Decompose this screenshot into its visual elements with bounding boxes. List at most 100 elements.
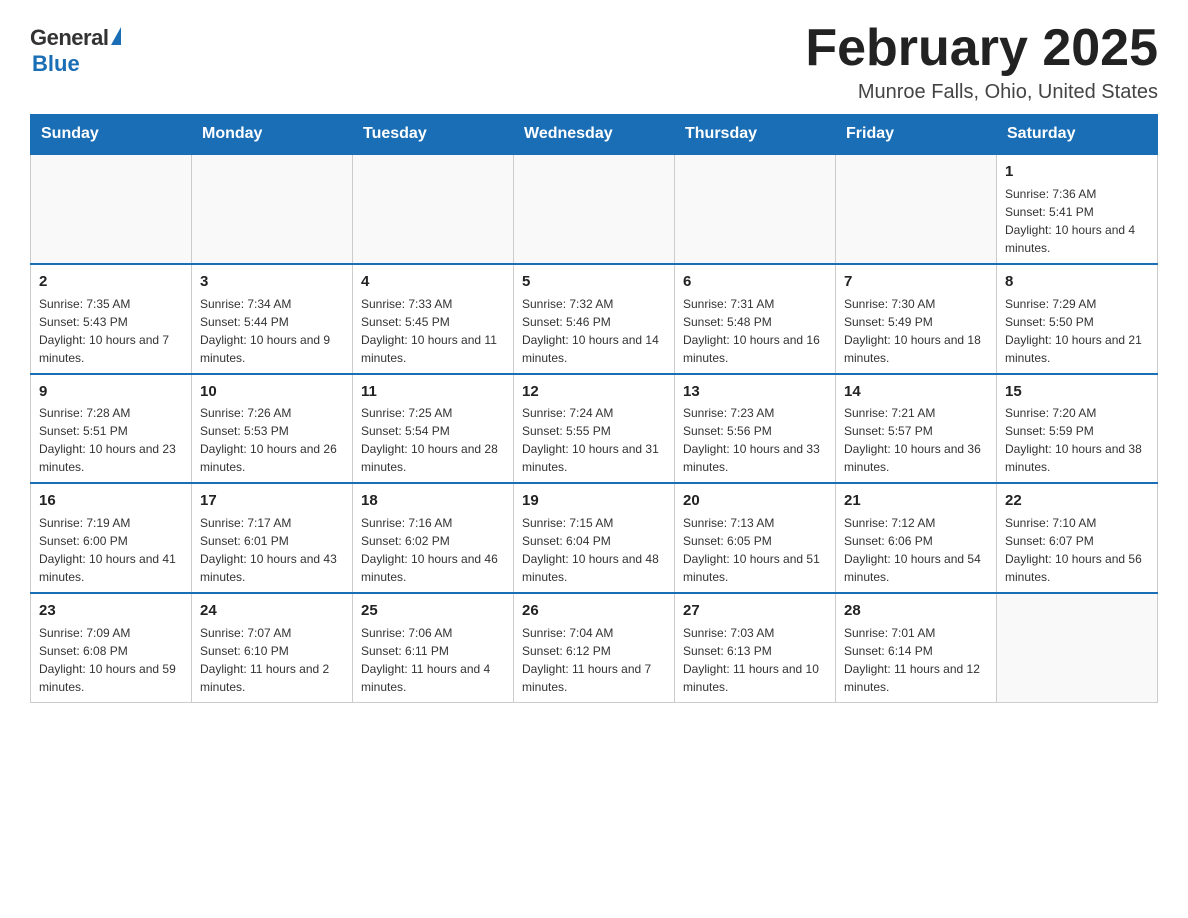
day-info: Sunrise: 7:29 AM Sunset: 5:50 PM Dayligh… bbox=[1005, 295, 1149, 367]
day-number: 19 bbox=[522, 490, 666, 512]
logo-general-text: General bbox=[30, 25, 108, 51]
day-number: 12 bbox=[522, 381, 666, 403]
day-number: 5 bbox=[522, 271, 666, 293]
day-number: 2 bbox=[39, 271, 183, 293]
day-info: Sunrise: 7:31 AM Sunset: 5:48 PM Dayligh… bbox=[683, 295, 827, 367]
table-row: 9Sunrise: 7:28 AM Sunset: 5:51 PM Daylig… bbox=[31, 374, 192, 484]
table-row: 15Sunrise: 7:20 AM Sunset: 5:59 PM Dayli… bbox=[997, 374, 1158, 484]
day-info: Sunrise: 7:20 AM Sunset: 5:59 PM Dayligh… bbox=[1005, 404, 1149, 476]
table-row: 17Sunrise: 7:17 AM Sunset: 6:01 PM Dayli… bbox=[192, 483, 353, 593]
table-row bbox=[675, 154, 836, 264]
table-row: 24Sunrise: 7:07 AM Sunset: 6:10 PM Dayli… bbox=[192, 593, 353, 702]
header-friday: Friday bbox=[836, 115, 997, 155]
logo: General Blue bbox=[30, 20, 121, 77]
table-row bbox=[192, 154, 353, 264]
day-info: Sunrise: 7:26 AM Sunset: 5:53 PM Dayligh… bbox=[200, 404, 344, 476]
table-row: 8Sunrise: 7:29 AM Sunset: 5:50 PM Daylig… bbox=[997, 264, 1158, 374]
day-info: Sunrise: 7:30 AM Sunset: 5:49 PM Dayligh… bbox=[844, 295, 988, 367]
calendar-week-row: 9Sunrise: 7:28 AM Sunset: 5:51 PM Daylig… bbox=[31, 374, 1158, 484]
table-row: 12Sunrise: 7:24 AM Sunset: 5:55 PM Dayli… bbox=[514, 374, 675, 484]
day-info: Sunrise: 7:36 AM Sunset: 5:41 PM Dayligh… bbox=[1005, 185, 1149, 257]
day-number: 9 bbox=[39, 381, 183, 403]
calendar-week-row: 23Sunrise: 7:09 AM Sunset: 6:08 PM Dayli… bbox=[31, 593, 1158, 702]
day-number: 23 bbox=[39, 600, 183, 622]
day-info: Sunrise: 7:33 AM Sunset: 5:45 PM Dayligh… bbox=[361, 295, 505, 367]
table-row: 16Sunrise: 7:19 AM Sunset: 6:00 PM Dayli… bbox=[31, 483, 192, 593]
day-number: 25 bbox=[361, 600, 505, 622]
table-row: 5Sunrise: 7:32 AM Sunset: 5:46 PM Daylig… bbox=[514, 264, 675, 374]
calendar-week-row: 1Sunrise: 7:36 AM Sunset: 5:41 PM Daylig… bbox=[31, 154, 1158, 264]
day-number: 16 bbox=[39, 490, 183, 512]
table-row bbox=[836, 154, 997, 264]
table-row: 1Sunrise: 7:36 AM Sunset: 5:41 PM Daylig… bbox=[997, 154, 1158, 264]
calendar-table: Sunday Monday Tuesday Wednesday Thursday… bbox=[30, 114, 1158, 703]
table-row: 18Sunrise: 7:16 AM Sunset: 6:02 PM Dayli… bbox=[353, 483, 514, 593]
day-number: 4 bbox=[361, 271, 505, 293]
month-title: February 2025 bbox=[805, 20, 1158, 77]
table-row: 10Sunrise: 7:26 AM Sunset: 5:53 PM Dayli… bbox=[192, 374, 353, 484]
day-number: 14 bbox=[844, 381, 988, 403]
day-info: Sunrise: 7:28 AM Sunset: 5:51 PM Dayligh… bbox=[39, 404, 183, 476]
day-number: 21 bbox=[844, 490, 988, 512]
table-row: 13Sunrise: 7:23 AM Sunset: 5:56 PM Dayli… bbox=[675, 374, 836, 484]
header-tuesday: Tuesday bbox=[353, 115, 514, 155]
title-section: February 2025 Munroe Falls, Ohio, United… bbox=[805, 20, 1158, 104]
header-saturday: Saturday bbox=[997, 115, 1158, 155]
table-row: 20Sunrise: 7:13 AM Sunset: 6:05 PM Dayli… bbox=[675, 483, 836, 593]
day-info: Sunrise: 7:10 AM Sunset: 6:07 PM Dayligh… bbox=[1005, 514, 1149, 586]
table-row: 23Sunrise: 7:09 AM Sunset: 6:08 PM Dayli… bbox=[31, 593, 192, 702]
table-row: 11Sunrise: 7:25 AM Sunset: 5:54 PM Dayli… bbox=[353, 374, 514, 484]
location: Munroe Falls, Ohio, United States bbox=[805, 81, 1158, 104]
day-info: Sunrise: 7:04 AM Sunset: 6:12 PM Dayligh… bbox=[522, 624, 666, 696]
table-row: 2Sunrise: 7:35 AM Sunset: 5:43 PM Daylig… bbox=[31, 264, 192, 374]
table-row bbox=[353, 154, 514, 264]
day-info: Sunrise: 7:25 AM Sunset: 5:54 PM Dayligh… bbox=[361, 404, 505, 476]
day-number: 6 bbox=[683, 271, 827, 293]
day-number: 3 bbox=[200, 271, 344, 293]
header-monday: Monday bbox=[192, 115, 353, 155]
day-info: Sunrise: 7:24 AM Sunset: 5:55 PM Dayligh… bbox=[522, 404, 666, 476]
day-info: Sunrise: 7:06 AM Sunset: 6:11 PM Dayligh… bbox=[361, 624, 505, 696]
day-number: 24 bbox=[200, 600, 344, 622]
day-number: 22 bbox=[1005, 490, 1149, 512]
table-row: 7Sunrise: 7:30 AM Sunset: 5:49 PM Daylig… bbox=[836, 264, 997, 374]
table-row: 21Sunrise: 7:12 AM Sunset: 6:06 PM Dayli… bbox=[836, 483, 997, 593]
day-info: Sunrise: 7:07 AM Sunset: 6:10 PM Dayligh… bbox=[200, 624, 344, 696]
day-info: Sunrise: 7:09 AM Sunset: 6:08 PM Dayligh… bbox=[39, 624, 183, 696]
day-number: 18 bbox=[361, 490, 505, 512]
day-number: 1 bbox=[1005, 161, 1149, 183]
calendar-week-row: 2Sunrise: 7:35 AM Sunset: 5:43 PM Daylig… bbox=[31, 264, 1158, 374]
day-info: Sunrise: 7:23 AM Sunset: 5:56 PM Dayligh… bbox=[683, 404, 827, 476]
day-number: 20 bbox=[683, 490, 827, 512]
calendar-header-row: Sunday Monday Tuesday Wednesday Thursday… bbox=[31, 115, 1158, 155]
table-row bbox=[997, 593, 1158, 702]
day-info: Sunrise: 7:01 AM Sunset: 6:14 PM Dayligh… bbox=[844, 624, 988, 696]
day-number: 28 bbox=[844, 600, 988, 622]
table-row: 19Sunrise: 7:15 AM Sunset: 6:04 PM Dayli… bbox=[514, 483, 675, 593]
header-sunday: Sunday bbox=[31, 115, 192, 155]
table-row bbox=[514, 154, 675, 264]
table-row: 22Sunrise: 7:10 AM Sunset: 6:07 PM Dayli… bbox=[997, 483, 1158, 593]
day-info: Sunrise: 7:35 AM Sunset: 5:43 PM Dayligh… bbox=[39, 295, 183, 367]
table-row: 3Sunrise: 7:34 AM Sunset: 5:44 PM Daylig… bbox=[192, 264, 353, 374]
day-info: Sunrise: 7:16 AM Sunset: 6:02 PM Dayligh… bbox=[361, 514, 505, 586]
table-row: 27Sunrise: 7:03 AM Sunset: 6:13 PM Dayli… bbox=[675, 593, 836, 702]
day-number: 10 bbox=[200, 381, 344, 403]
day-info: Sunrise: 7:21 AM Sunset: 5:57 PM Dayligh… bbox=[844, 404, 988, 476]
table-row: 6Sunrise: 7:31 AM Sunset: 5:48 PM Daylig… bbox=[675, 264, 836, 374]
calendar-week-row: 16Sunrise: 7:19 AM Sunset: 6:00 PM Dayli… bbox=[31, 483, 1158, 593]
day-number: 7 bbox=[844, 271, 988, 293]
day-info: Sunrise: 7:19 AM Sunset: 6:00 PM Dayligh… bbox=[39, 514, 183, 586]
day-info: Sunrise: 7:13 AM Sunset: 6:05 PM Dayligh… bbox=[683, 514, 827, 586]
header-wednesday: Wednesday bbox=[514, 115, 675, 155]
day-number: 17 bbox=[200, 490, 344, 512]
day-info: Sunrise: 7:32 AM Sunset: 5:46 PM Dayligh… bbox=[522, 295, 666, 367]
day-number: 26 bbox=[522, 600, 666, 622]
table-row bbox=[31, 154, 192, 264]
table-row: 26Sunrise: 7:04 AM Sunset: 6:12 PM Dayli… bbox=[514, 593, 675, 702]
day-info: Sunrise: 7:03 AM Sunset: 6:13 PM Dayligh… bbox=[683, 624, 827, 696]
day-number: 27 bbox=[683, 600, 827, 622]
page-header: General Blue February 2025 Munroe Falls,… bbox=[30, 20, 1158, 104]
day-info: Sunrise: 7:17 AM Sunset: 6:01 PM Dayligh… bbox=[200, 514, 344, 586]
table-row: 28Sunrise: 7:01 AM Sunset: 6:14 PM Dayli… bbox=[836, 593, 997, 702]
